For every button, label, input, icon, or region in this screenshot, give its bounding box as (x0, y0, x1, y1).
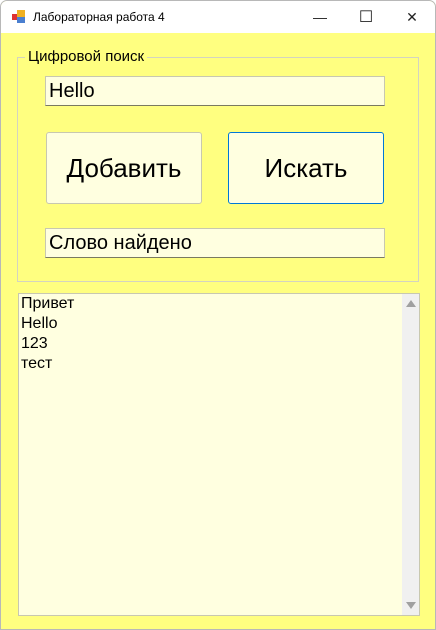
word-input[interactable]: Hello (45, 76, 385, 106)
main-window: Лабораторная работа 4 — ☐ ✕ Цифровой пои… (0, 0, 436, 630)
close-button[interactable]: ✕ (389, 1, 435, 33)
scroll-down-icon[interactable] (406, 602, 416, 609)
minimize-button[interactable]: — (297, 1, 343, 33)
scrollbar[interactable] (402, 294, 419, 615)
scroll-up-icon[interactable] (406, 300, 416, 307)
add-button[interactable]: Добавить (46, 132, 202, 204)
group-label: Цифровой поиск (25, 48, 148, 65)
maximize-button[interactable]: ☐ (343, 1, 389, 33)
app-icon (12, 10, 26, 23)
search-button[interactable]: Искать (228, 132, 384, 204)
title-bar: Лабораторная работа 4 — ☐ ✕ (1, 1, 435, 33)
list-item[interactable]: тест (19, 354, 419, 374)
word-list[interactable]: Привет Hello 123 тест (18, 293, 420, 616)
window-title: Лабораторная работа 4 (33, 10, 165, 24)
result-field: Слово найдено (45, 228, 385, 258)
list-item[interactable]: 123 (19, 334, 419, 354)
list-item[interactable]: Hello (19, 314, 419, 334)
list-item[interactable]: Привет (19, 294, 419, 314)
